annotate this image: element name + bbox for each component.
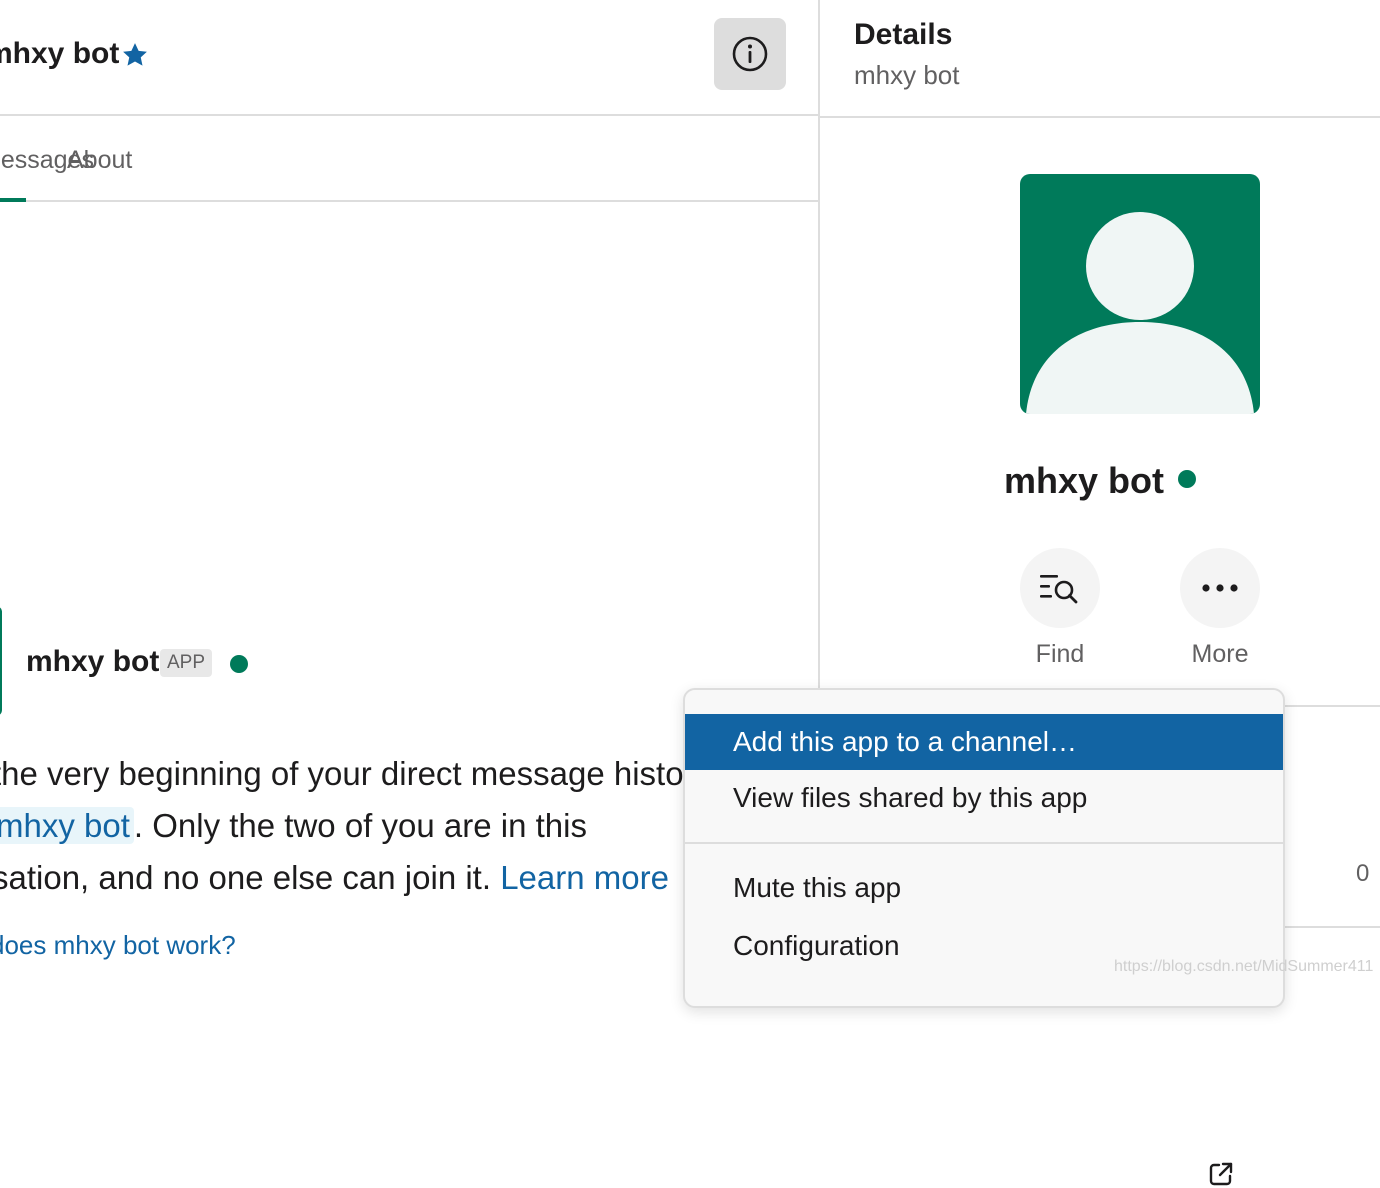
details-header: Details mhxy bot (820, 0, 1380, 118)
info-button[interactable] (714, 18, 786, 90)
menu-item-mute[interactable]: Mute this app (685, 860, 1283, 916)
learn-more-link[interactable]: Learn more (500, 859, 669, 896)
external-link-icon (1209, 1162, 1233, 1186)
app-badge: APP (160, 649, 213, 677)
intro-text-line-3-text: sation, and no one else can join it. (0, 859, 501, 896)
tab-about[interactable]: About (67, 146, 132, 175)
menu-item-view-files[interactable]: View files shared by this app (685, 770, 1283, 826)
profile-name-text: mhxy bot (1003, 460, 1164, 501)
count-value: 0 (1356, 860, 1370, 887)
more-button[interactable] (1180, 548, 1260, 628)
message-avatar[interactable] (0, 606, 2, 716)
default-user-icon (1026, 212, 1254, 414)
more-ellipsis-icon (1202, 584, 1238, 592)
menu-item-add-to-channel[interactable]: Add this app to a channel… (685, 714, 1283, 770)
menu-separator (685, 842, 1283, 844)
star-icon[interactable] (120, 40, 150, 70)
watermark: https://blog.csdn.net/MidSummer411 (1114, 958, 1374, 975)
intro-text-line-3: sation, and no one else can join it. Lea… (0, 861, 669, 894)
details-title: Details (854, 18, 953, 51)
find-label: Find (1035, 640, 1085, 668)
conversation-header: mhxy bot (0, 0, 818, 116)
info-icon (732, 36, 768, 72)
intro-text-line-2-rest: . Only the two of you are in this (133, 807, 587, 844)
presence-indicator-profile (1178, 470, 1196, 489)
intro-text-line-1: the very beginning of your direct messag… (0, 755, 712, 792)
find-search-icon (1040, 575, 1078, 604)
details-subtitle: mhxy bot (854, 60, 960, 90)
more-label: More (1191, 640, 1249, 668)
conversation-title[interactable]: mhxy bot (0, 37, 119, 71)
profile-avatar[interactable] (1020, 174, 1260, 414)
profile-name: mhxy bot (820, 460, 1380, 502)
menu-item-configuration-label: Configuration (733, 930, 900, 961)
how-bot-works-link[interactable]: does mhxy bot work? (0, 930, 236, 961)
tab-about-label: About (67, 146, 133, 174)
conversation-tabs: Messages About (0, 118, 818, 202)
presence-indicator (230, 655, 248, 673)
user-mention[interactable]: mhxy bot (0, 807, 134, 844)
message-author[interactable]: mhxy bot (26, 645, 159, 679)
intro-text-line-2: mhxy bot. Only the two of you are in thi… (0, 807, 587, 844)
active-tab-indicator (0, 198, 26, 202)
find-button[interactable] (1020, 548, 1100, 628)
